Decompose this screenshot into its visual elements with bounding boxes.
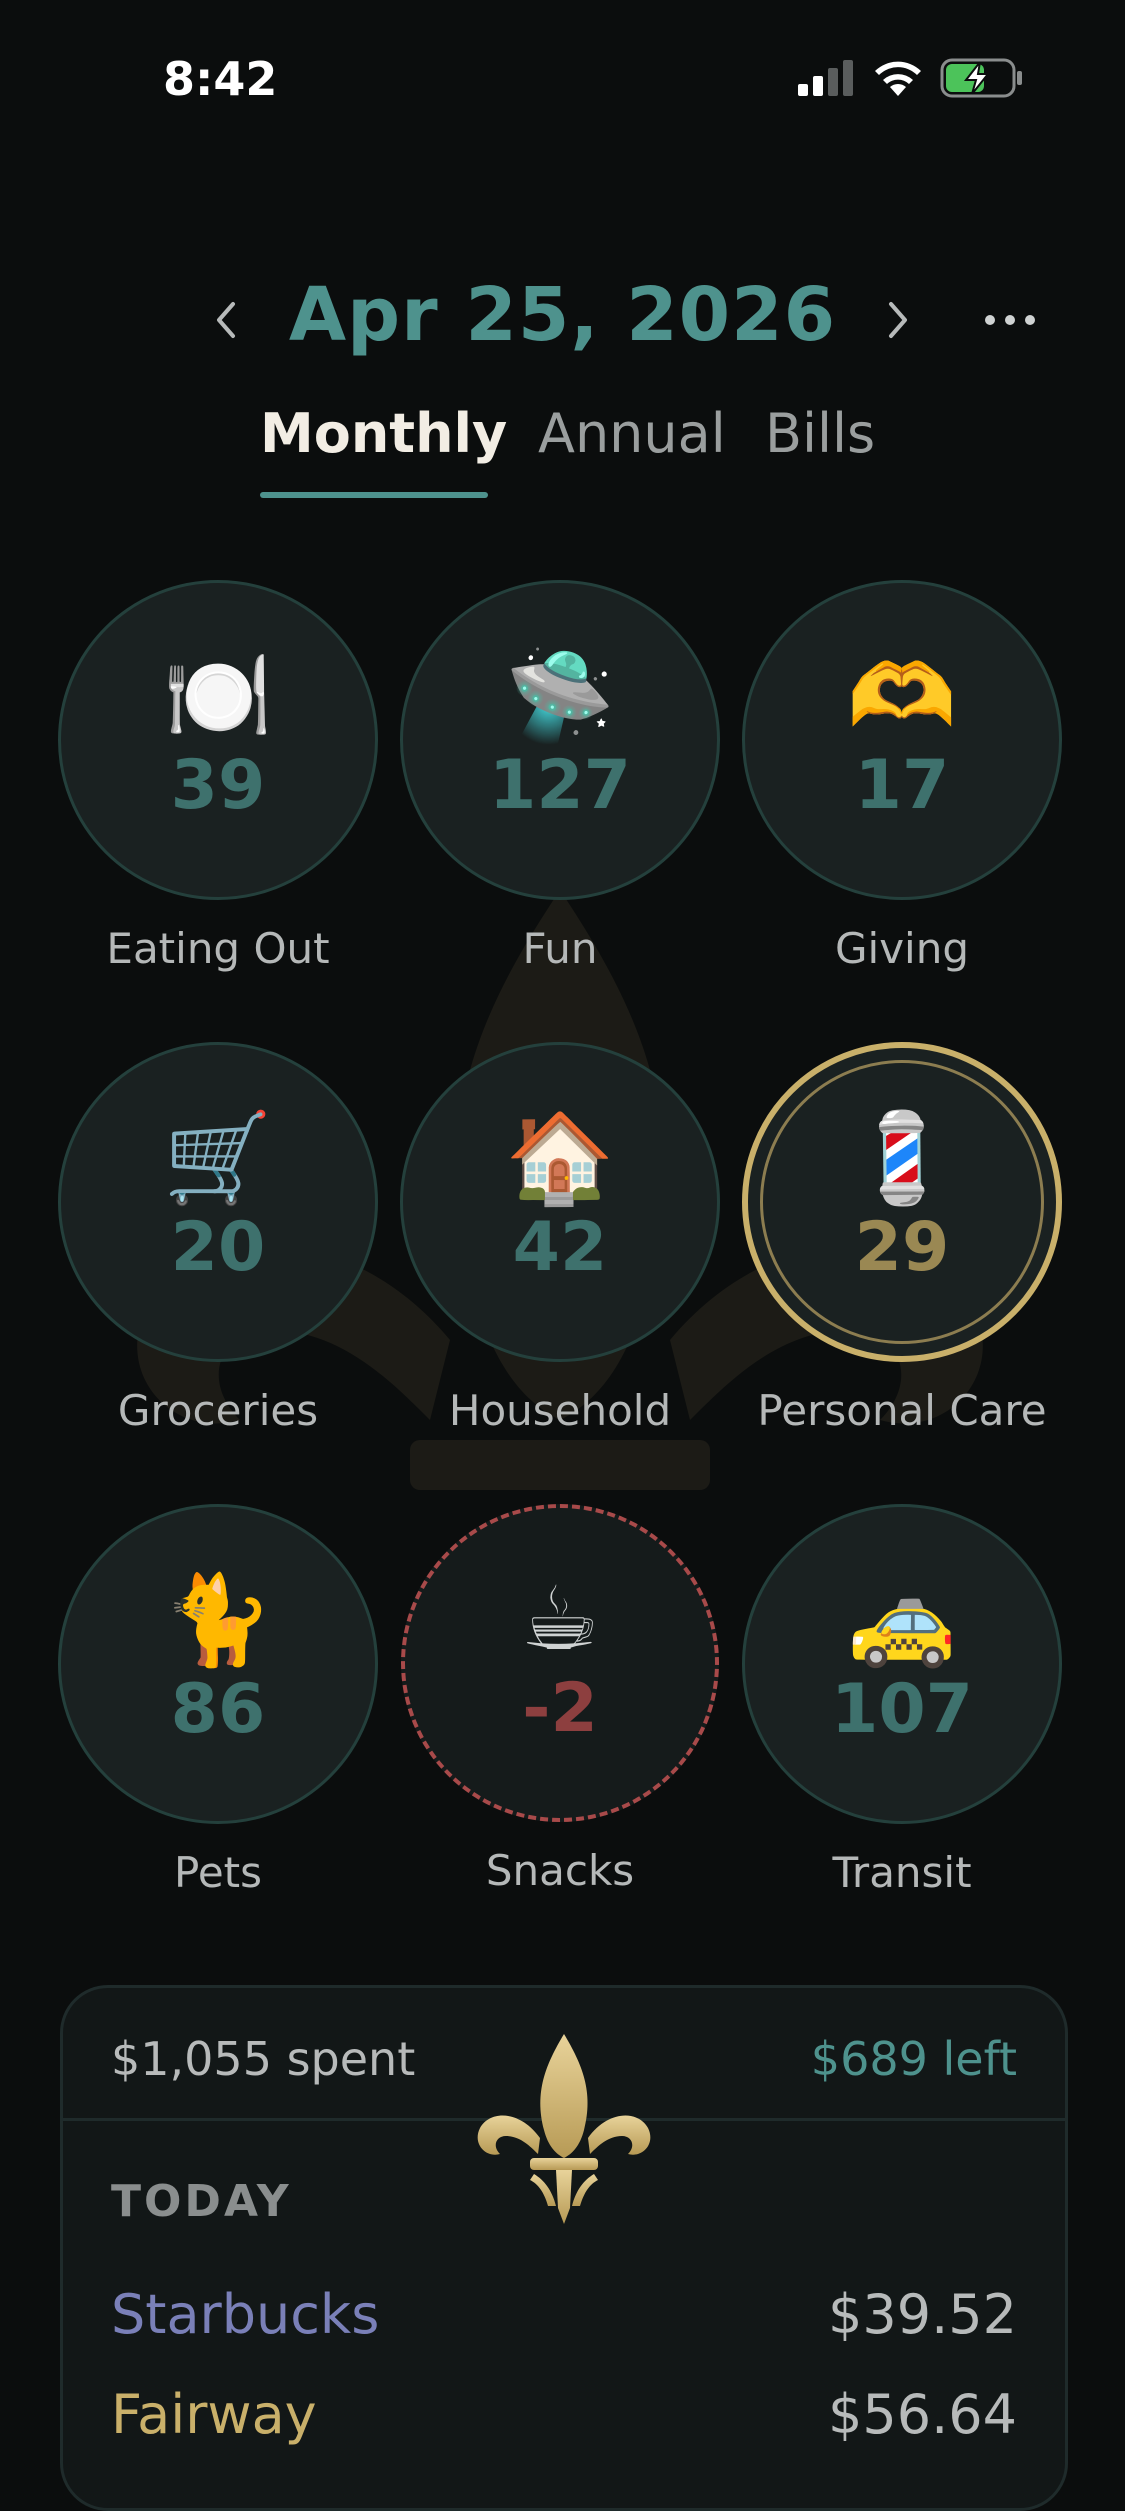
category-remaining: -2: [522, 1669, 598, 1748]
ellipsis-icon: [985, 315, 1035, 325]
date-title[interactable]: Apr 25, 2026: [0, 272, 1125, 358]
category-personal-care[interactable]: 💈 29 Personal Care: [742, 1042, 1062, 1435]
category-remaining: 29: [854, 1208, 950, 1287]
shopping-cart-icon: 🛒: [163, 1106, 273, 1209]
category-remaining: 17: [854, 746, 950, 825]
tab-monthly[interactable]: Monthly: [260, 402, 507, 465]
transaction-merchant: Fairway: [111, 2383, 317, 2446]
chevron-right-icon: [889, 302, 907, 338]
total-spent: $1,055 spent: [111, 2032, 416, 2086]
wifi-icon: [872, 58, 924, 102]
category-snacks[interactable]: ☕ -2 Snacks: [400, 1504, 720, 1895]
category-label: Household: [448, 1386, 672, 1435]
category-pets[interactable]: 🐈 86 Pets: [58, 1504, 378, 1897]
tab-bills[interactable]: Bills: [765, 402, 875, 465]
period-tabs: Monthly Annual Bills: [0, 402, 1125, 502]
status-time: 8:42: [163, 52, 278, 106]
cat-icon: 🐈: [163, 1568, 273, 1671]
category-label: Personal Care: [757, 1386, 1047, 1435]
category-remaining: 39: [170, 746, 266, 825]
category-label: Transit: [832, 1848, 972, 1897]
category-ring: 🫶 17: [742, 580, 1062, 900]
category-remaining: 20: [170, 1208, 266, 1287]
category-remaining: 42: [512, 1208, 608, 1287]
next-date-button[interactable]: [868, 290, 928, 350]
category-ring: 🏠 42: [400, 1042, 720, 1362]
heart-hands-icon: 🫶: [847, 644, 957, 747]
transaction-merchant: Starbucks: [111, 2283, 380, 2346]
category-label: Groceries: [117, 1386, 319, 1435]
category-label: Giving: [834, 924, 970, 973]
category-ring: 🍽️ 39: [58, 580, 378, 900]
cellular-signal-icon: [798, 60, 854, 100]
category-remaining: 107: [831, 1670, 973, 1749]
category-transit[interactable]: 🚕 107 Transit: [742, 1504, 1062, 1897]
category-giving[interactable]: 🫶 17 Giving: [742, 580, 1062, 973]
category-household[interactable]: 🏠 42 Household: [400, 1042, 720, 1435]
category-label: Fun: [522, 924, 598, 973]
section-header-today: TODAY: [111, 2176, 292, 2227]
category-ring: 🛸 127: [400, 580, 720, 900]
category-label: Pets: [173, 1848, 263, 1897]
category-ring: 🚕 107: [742, 1504, 1062, 1824]
battery-charging-icon: [940, 58, 1024, 102]
transaction-amount: $39.52: [828, 2283, 1017, 2346]
plate-icon: 🍽️: [163, 644, 273, 747]
active-tab-indicator: [260, 492, 488, 498]
category-fun[interactable]: 🛸 127 Fun: [400, 580, 720, 973]
category-ring: 🐈 86: [58, 1504, 378, 1824]
category-remaining: 86: [170, 1670, 266, 1749]
transaction-amount: $56.64: [828, 2383, 1017, 2446]
category-ring: 🛒 20: [58, 1042, 378, 1362]
category-remaining: 127: [489, 746, 631, 825]
fleur-de-lis-icon: [474, 2030, 654, 2234]
house-icon: 🏠: [505, 1106, 615, 1209]
category-groceries[interactable]: 🛒 20 Groceries: [58, 1042, 378, 1435]
tab-annual[interactable]: Annual: [538, 402, 726, 465]
category-label: Eating Out: [106, 924, 330, 973]
coffee-icon: ☕: [520, 1567, 600, 1670]
category-eating-out[interactable]: 🍽️ 39 Eating Out: [58, 580, 378, 973]
category-ring-over-budget: ☕ -2: [401, 1504, 719, 1822]
more-options-button[interactable]: [980, 300, 1040, 340]
taxi-icon: 🚕: [847, 1568, 957, 1671]
ufo-icon: 🛸: [505, 644, 615, 747]
barber-pole-icon: 💈: [847, 1106, 957, 1209]
category-ring-selected: 💈 29: [742, 1042, 1062, 1362]
category-label: Snacks: [485, 1846, 635, 1895]
total-left: $689 left: [810, 2032, 1017, 2086]
